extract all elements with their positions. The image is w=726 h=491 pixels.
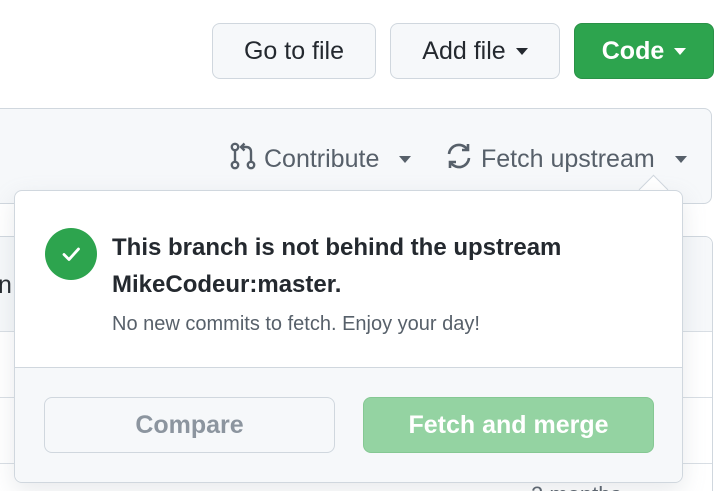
go-to-file-button[interactable]: Go to file	[212, 23, 376, 79]
chevron-down-icon	[515, 47, 528, 55]
check-circle-icon	[45, 228, 97, 280]
chevron-down-icon	[674, 155, 687, 163]
git-pull-request-icon	[230, 142, 256, 177]
compare-button[interactable]: Compare	[44, 397, 335, 453]
fetch-and-merge-label: Fetch and merge	[408, 410, 609, 439]
add-file-button[interactable]: Add file	[390, 23, 560, 79]
repo-page: Go to file Add file Code Contribute Fetc…	[0, 0, 726, 491]
sync-icon	[445, 142, 473, 177]
add-file-label: Add file	[422, 36, 506, 65]
go-to-file-label: Go to file	[243, 36, 345, 65]
compare-label: Compare	[135, 410, 244, 439]
fetch-upstream-dropdown[interactable]: Fetch upstream	[445, 142, 687, 176]
popover-subtitle: No new commits to fetch. Enjoy your day!	[112, 313, 480, 335]
file-list-peek-date: 2 months	[531, 482, 622, 491]
fetch-upstream-popover: This branch is not behind the upstream M…	[14, 190, 683, 483]
code-button[interactable]: Code	[574, 23, 714, 79]
contribute-dropdown[interactable]: Contribute	[230, 142, 412, 177]
fetch-upstream-label: Fetch upstream	[481, 144, 655, 173]
contribute-label: Contribute	[264, 144, 380, 173]
chevron-down-icon	[674, 47, 687, 55]
code-label: Code	[601, 36, 665, 65]
fetch-and-merge-button[interactable]: Fetch and merge	[363, 397, 654, 453]
chevron-down-icon	[399, 155, 412, 163]
file-list-peek-text: n	[0, 271, 12, 299]
popover-title: This branch is not behind the upstream M…	[112, 234, 562, 298]
